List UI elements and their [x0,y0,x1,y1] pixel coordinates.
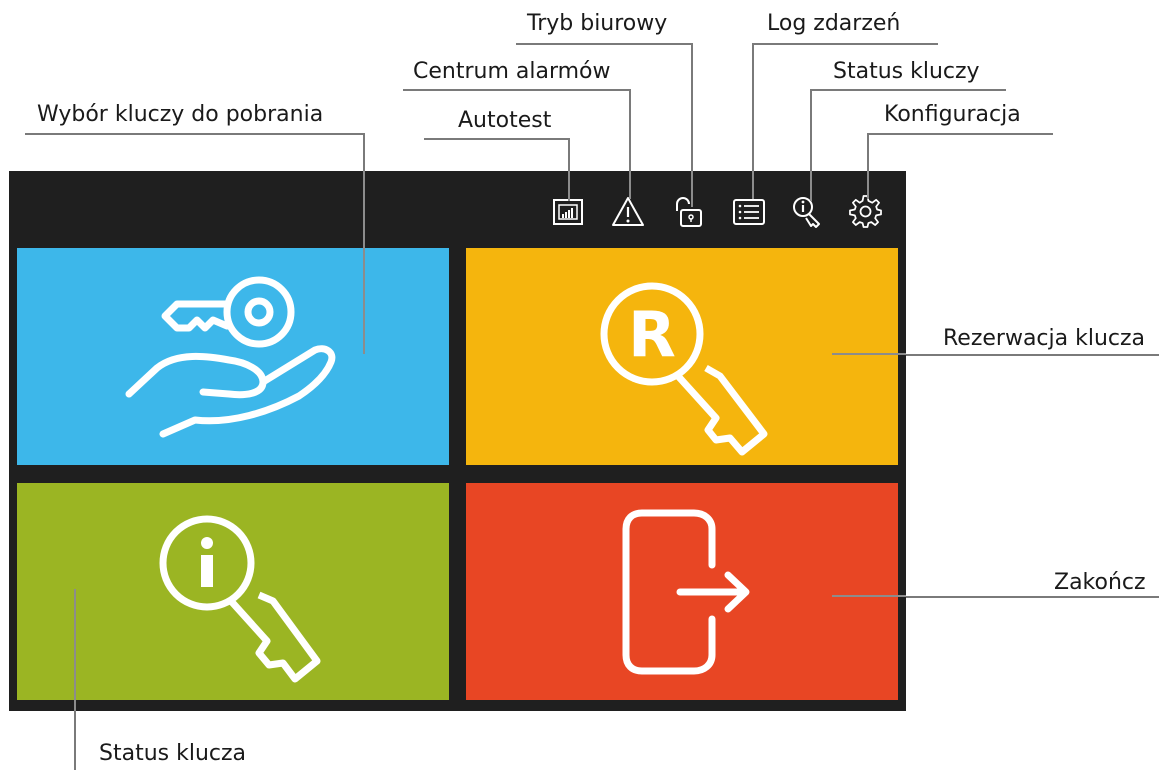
leader-line [629,89,631,171]
alarm-warning-icon[interactable] [611,195,645,229]
leader-line [363,133,365,171]
device-screen: R [9,171,906,711]
key-reservation-tile[interactable]: R [466,248,898,465]
callout-tryb-biurowy: Tryb biurowy [527,11,668,36]
finish-tile[interactable] [466,483,898,700]
key-pickup-tile[interactable] [17,248,449,465]
leader-line [752,43,938,45]
callout-log-zdarzen: Log zdarzeń [767,11,901,36]
svg-text:R: R [628,298,676,371]
reservation-key-icon: R [600,282,768,456]
leader-line [752,43,754,171]
leader-line [74,711,76,770]
hand-key-icon [125,276,336,438]
leader-line [25,133,365,135]
leader-line [832,595,906,597]
leader-line [568,138,570,171]
callout-zakoncz: Zakończ [1054,570,1146,595]
leader-line [752,171,754,199]
leader-line [906,354,1159,356]
leader-line [867,133,1053,135]
leader-line [363,171,365,354]
callout-centrum-alarmow: Centrum alarmów [413,59,611,84]
leader-line [691,171,693,207]
office-mode-lock-icon[interactable] [671,195,705,229]
leader-line [906,596,1159,598]
leader-line [568,171,570,201]
callout-status-kluczy: Status kluczy [833,59,980,84]
callout-wybor-kluczy: Wybór kluczy do pobrania [37,102,324,127]
leader-line [424,138,570,140]
leader-line [832,353,906,355]
callout-konfiguracja: Konfiguracja [884,102,1021,127]
leader-line [867,133,869,171]
callout-rezerwacja-klucza: Rezerwacja klucza [943,326,1146,351]
leader-line [691,43,693,171]
leader-line [810,171,812,201]
top-toolbar [9,171,906,243]
callout-status-klucza: Status klucza [99,741,247,766]
info-key-icon [159,515,321,683]
leader-line [74,589,76,711]
leader-line [810,89,812,171]
callout-autotest: Autotest [458,108,552,133]
exit-door-icon [622,509,750,675]
key-status-icon[interactable] [791,195,825,229]
leader-line [867,171,869,199]
leader-line [629,171,631,199]
leader-line [810,89,1006,91]
key-status-tile[interactable] [17,483,449,700]
settings-gear-icon[interactable] [849,195,883,229]
event-log-list-icon[interactable] [732,195,766,229]
leader-line [516,43,692,45]
leader-line [403,89,631,91]
